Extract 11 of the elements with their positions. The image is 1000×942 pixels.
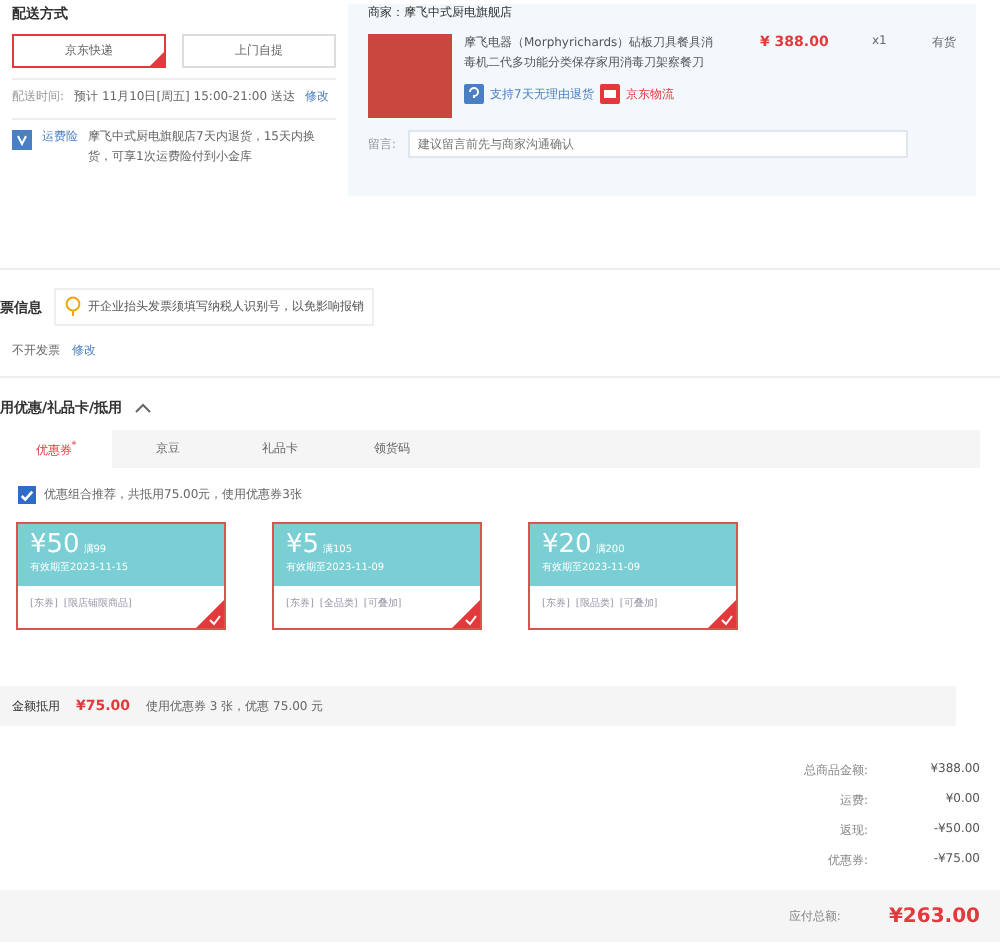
lightbulb-icon — [64, 296, 82, 318]
coupon-amount: ¥50 — [30, 530, 80, 560]
coupon-amount: ¥5 — [286, 530, 320, 560]
check-corner-icon — [708, 600, 736, 628]
coupon-amount: ¥20 — [542, 530, 592, 560]
chevron-up-icon[interactable] — [134, 402, 153, 414]
product-photo-placeholder — [368, 34, 452, 118]
checkbox[interactable] — [18, 486, 36, 504]
check-corner-icon — [196, 600, 224, 628]
check-corner-icon — [452, 600, 480, 628]
payable-amount: ¥263.00 — [888, 905, 980, 927]
